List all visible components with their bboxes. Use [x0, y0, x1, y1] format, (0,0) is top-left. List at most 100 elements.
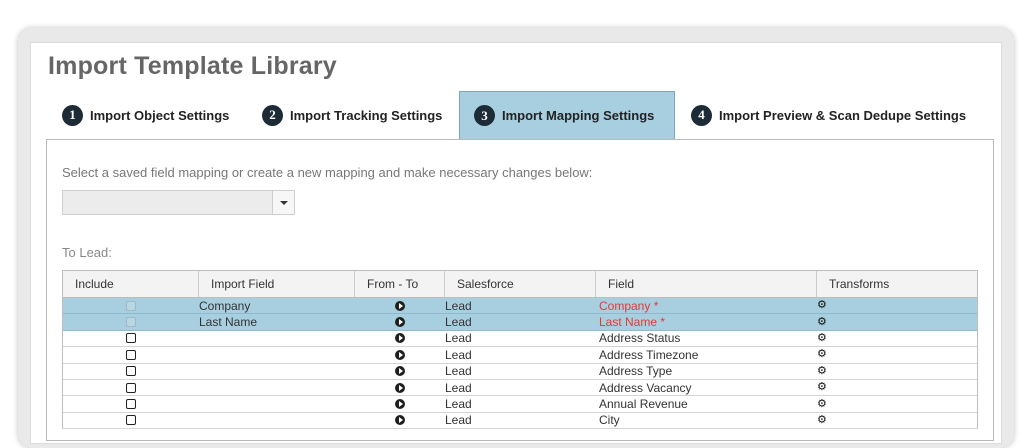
include-checkbox[interactable] — [126, 399, 136, 410]
table-row[interactable]: Company Lead Company * ⚙ — [63, 298, 977, 315]
tab-import-mapping-settings[interactable]: 3 Import Mapping Settings — [459, 91, 675, 139]
col-header-transforms[interactable]: Transforms — [817, 271, 977, 297]
from-to-cell — [355, 364, 445, 379]
include-checkbox — [126, 300, 136, 311]
from-to-cell — [355, 314, 445, 329]
salesforce-cell: Lead — [445, 331, 472, 346]
mapping-instruction: Select a saved field mapping or create a… — [62, 165, 593, 180]
col-header-salesforce[interactable]: Salesforce — [445, 271, 596, 297]
import-field-cell[interactable] — [199, 380, 355, 395]
gear-icon[interactable]: ⚙ — [817, 332, 827, 344]
field-cell[interactable]: Last Name * — [596, 314, 817, 329]
arrow-right-circle-icon[interactable] — [395, 349, 405, 360]
field-cell[interactable]: Address Timezone — [596, 347, 817, 362]
col-header-import-field[interactable]: Import Field — [199, 271, 355, 297]
import-field-cell[interactable] — [199, 331, 355, 346]
gear-icon[interactable]: ⚙ — [817, 398, 827, 410]
import-field-cell[interactable]: Company — [199, 298, 355, 313]
tab-import-object-settings[interactable]: 1 Import Object Settings — [62, 91, 252, 139]
table-row[interactable]: Lead Address Vacancy ⚙ — [63, 379, 977, 397]
gear-icon[interactable]: ⚙ — [817, 365, 827, 377]
transforms-cell: ⚙ — [817, 331, 977, 346]
target-object-label: To Lead: — [62, 245, 112, 260]
table-row[interactable]: Lead Annual Revenue ⚙ — [63, 396, 977, 413]
include-cell — [63, 413, 199, 428]
include-checkbox — [126, 317, 136, 328]
include-checkbox[interactable] — [126, 366, 136, 377]
transforms-cell: ⚙ — [817, 347, 977, 362]
salesforce-cell: Lead — [445, 413, 472, 428]
import-field-cell[interactable] — [199, 347, 355, 362]
gear-icon[interactable]: ⚙ — [817, 316, 827, 328]
import-field-cell[interactable] — [199, 364, 355, 379]
chevron-down-icon — [279, 200, 288, 205]
from-to-cell — [355, 413, 445, 428]
grid-body: Company Lead Company * ⚙ Last Name Lead Last N… — [63, 298, 977, 430]
salesforce-cell: Lead — [445, 380, 472, 395]
arrow-right-circle-icon[interactable] — [395, 366, 405, 377]
arrow-right-circle-icon[interactable] — [395, 333, 405, 344]
include-cell — [63, 347, 199, 362]
tab-label: Import Preview & Scan Dedupe Settings — [719, 107, 967, 123]
include-checkbox[interactable] — [126, 382, 136, 393]
step-1-badge: 1 — [62, 104, 83, 126]
gear-icon[interactable]: ⚙ — [817, 414, 827, 426]
salesforce-cell: Lead — [445, 347, 472, 362]
grid-header: Include Import Field From - To Salesforc… — [63, 270, 977, 298]
field-cell[interactable]: City — [596, 413, 817, 428]
transforms-cell: ⚙ — [817, 396, 977, 411]
arrow-right-circle-icon[interactable] — [395, 300, 405, 311]
gear-icon[interactable]: ⚙ — [817, 382, 827, 393]
salesforce-cell: Lead — [445, 315, 472, 330]
field-cell[interactable]: Address Type — [596, 364, 817, 379]
import-field-cell[interactable] — [199, 396, 355, 411]
step-3-badge: 3 — [474, 105, 495, 126]
tab-label: Import Tracking Settings — [290, 107, 443, 123]
tab-label: Import Mapping Settings — [502, 108, 655, 123]
import-field-cell[interactable]: Last Name — [199, 314, 355, 329]
arrow-right-circle-icon[interactable] — [395, 382, 405, 393]
table-row[interactable]: Lead Address Timezone ⚙ — [63, 347, 977, 364]
gear-icon[interactable]: ⚙ — [817, 300, 827, 311]
from-to-cell — [355, 331, 445, 346]
col-header-from-to[interactable]: From - To — [355, 271, 445, 297]
transforms-cell: ⚙ — [817, 364, 977, 379]
table-row[interactable]: Lead Address Type ⚙ — [63, 363, 977, 380]
transforms-cell: ⚙ — [817, 298, 977, 313]
arrow-right-circle-icon[interactable] — [395, 399, 405, 410]
col-header-include[interactable]: Include — [63, 271, 199, 297]
salesforce-cell: Lead — [445, 298, 472, 313]
saved-mapping-select[interactable] — [62, 190, 295, 215]
tab-label: Import Object Settings — [90, 107, 230, 123]
from-to-cell — [355, 298, 445, 313]
dropdown-toggle[interactable] — [272, 191, 294, 214]
transforms-cell: ⚙ — [817, 380, 977, 395]
arrow-right-circle-icon[interactable] — [395, 317, 405, 328]
field-cell[interactable]: Annual Revenue — [596, 396, 817, 411]
table-row[interactable]: Last Name Lead Last Name * ⚙ — [63, 314, 977, 331]
import-field-cell[interactable] — [199, 413, 355, 428]
field-cell[interactable]: Address Status — [596, 331, 817, 346]
arrow-right-circle-icon[interactable] — [395, 415, 405, 426]
tab-import-preview-scan-dedupe-settings[interactable]: 4 Import Preview & Scan Dedupe Settings — [691, 91, 991, 139]
transforms-cell: ⚙ — [817, 413, 977, 428]
include-cell — [63, 364, 199, 379]
page-title: Import Template Library — [48, 52, 337, 80]
include-checkbox[interactable] — [126, 415, 136, 426]
from-to-cell — [355, 396, 445, 411]
include-cell — [63, 298, 199, 313]
step-2-badge: 2 — [262, 104, 283, 126]
gear-icon[interactable]: ⚙ — [817, 349, 827, 360]
field-cell[interactable]: Address Vacancy — [596, 380, 817, 395]
table-row[interactable]: Lead Address Status ⚙ — [63, 330, 977, 348]
include-cell — [63, 331, 199, 346]
include-cell — [63, 314, 199, 329]
include-cell — [63, 396, 199, 411]
include-checkbox[interactable] — [126, 333, 136, 344]
field-cell[interactable]: Company * — [596, 298, 817, 313]
col-header-field[interactable]: Field — [596, 271, 817, 297]
field-mapping-grid: Include Import Field From - To Salesforc… — [62, 270, 978, 430]
include-checkbox[interactable] — [126, 349, 136, 360]
include-cell — [63, 380, 199, 395]
tab-import-tracking-settings[interactable]: 2 Import Tracking Settings — [262, 91, 452, 139]
